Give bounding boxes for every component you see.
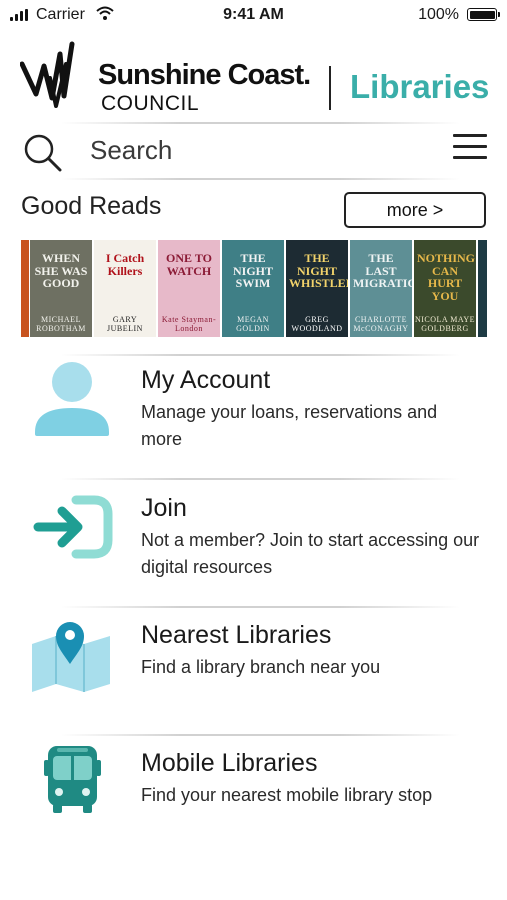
- council-logo-icon: [20, 41, 75, 108]
- battery-percent: 100%: [418, 6, 459, 23]
- divider: [60, 478, 460, 480]
- menu-item-description: Find a library branch near you: [141, 657, 381, 677]
- divider: [60, 606, 460, 608]
- search-icon[interactable]: [22, 132, 64, 172]
- menu-item-title: Nearest Libraries: [141, 621, 332, 649]
- divider: [60, 734, 460, 736]
- good-reads-title: Good Reads: [21, 192, 162, 220]
- map-pin-icon: [32, 622, 110, 692]
- council-word: COUNCIL: [101, 92, 200, 115]
- book-carousel[interactable]: WHEN SHE WAS GOOD MICHAEL ROBOTHAM I Catc…: [21, 240, 487, 337]
- menu-item-nearest-libraries[interactable]: Nearest Libraries Find a library branch …: [0, 616, 507, 741]
- app-header-logo: Sunshine Coast. COUNCIL Libraries: [20, 36, 490, 116]
- book-cover[interactable]: THE LAST MIGRATIONCHARLOTTE McCONAGHY: [350, 240, 412, 337]
- menu-item-description: Find your nearest mobile library stop: [141, 785, 433, 805]
- logo-divider: [329, 66, 331, 110]
- account-icon: [35, 362, 109, 436]
- search-input[interactable]: [90, 133, 430, 167]
- menu-item-title: Mobile Libraries: [141, 749, 318, 777]
- menu-item-my-account[interactable]: My Account Manage your loans, reservatio…: [0, 360, 507, 485]
- council-name: Sunshine Coast.: [98, 59, 311, 91]
- more-button[interactable]: more >: [344, 192, 486, 228]
- book-cover[interactable]: I Catch Killers GARY JUBELIN: [94, 240, 156, 337]
- join-icon: [33, 495, 113, 559]
- menu-item-join[interactable]: Join Not a member? Join to start accessi…: [0, 488, 507, 613]
- bus-icon: [44, 746, 101, 813]
- menu-item-title: My Account: [141, 366, 271, 394]
- app-name: Libraries: [350, 68, 490, 105]
- book-cover[interactable]: NOTHING CAN HURT YOU NICOLA MAYE GOLDBERG: [414, 240, 476, 337]
- menu-item-mobile-libraries[interactable]: Mobile Libraries Find your nearest mobil…: [0, 744, 507, 869]
- book-cover[interactable]: [21, 240, 29, 337]
- divider: [60, 122, 460, 124]
- status-bar: Carrier 9:41 AM 100%: [0, 0, 507, 30]
- book-cover[interactable]: THE NIGHT SWIM MEGAN GOLDIN: [222, 240, 284, 337]
- battery-icon: [467, 8, 500, 21]
- book-cover[interactable]: ONE TO WATCH Kate Stayman-London: [158, 240, 220, 337]
- divider: [60, 354, 460, 356]
- menu-item-description: Not a member? Join to start accessing ou…: [141, 530, 480, 577]
- book-cover[interactable]: WHEN SHE WAS GOOD MICHAEL ROBOTHAM: [30, 240, 92, 337]
- book-cover[interactable]: THE NIGHT WHISTLER GREG WOODLAND: [286, 240, 348, 337]
- hamburger-menu-icon[interactable]: [453, 132, 487, 160]
- book-cover[interactable]: [478, 240, 487, 337]
- menu-item-title: Join: [141, 494, 187, 522]
- divider: [60, 178, 460, 180]
- menu-item-description: Manage your loans, reservations and more: [141, 402, 438, 449]
